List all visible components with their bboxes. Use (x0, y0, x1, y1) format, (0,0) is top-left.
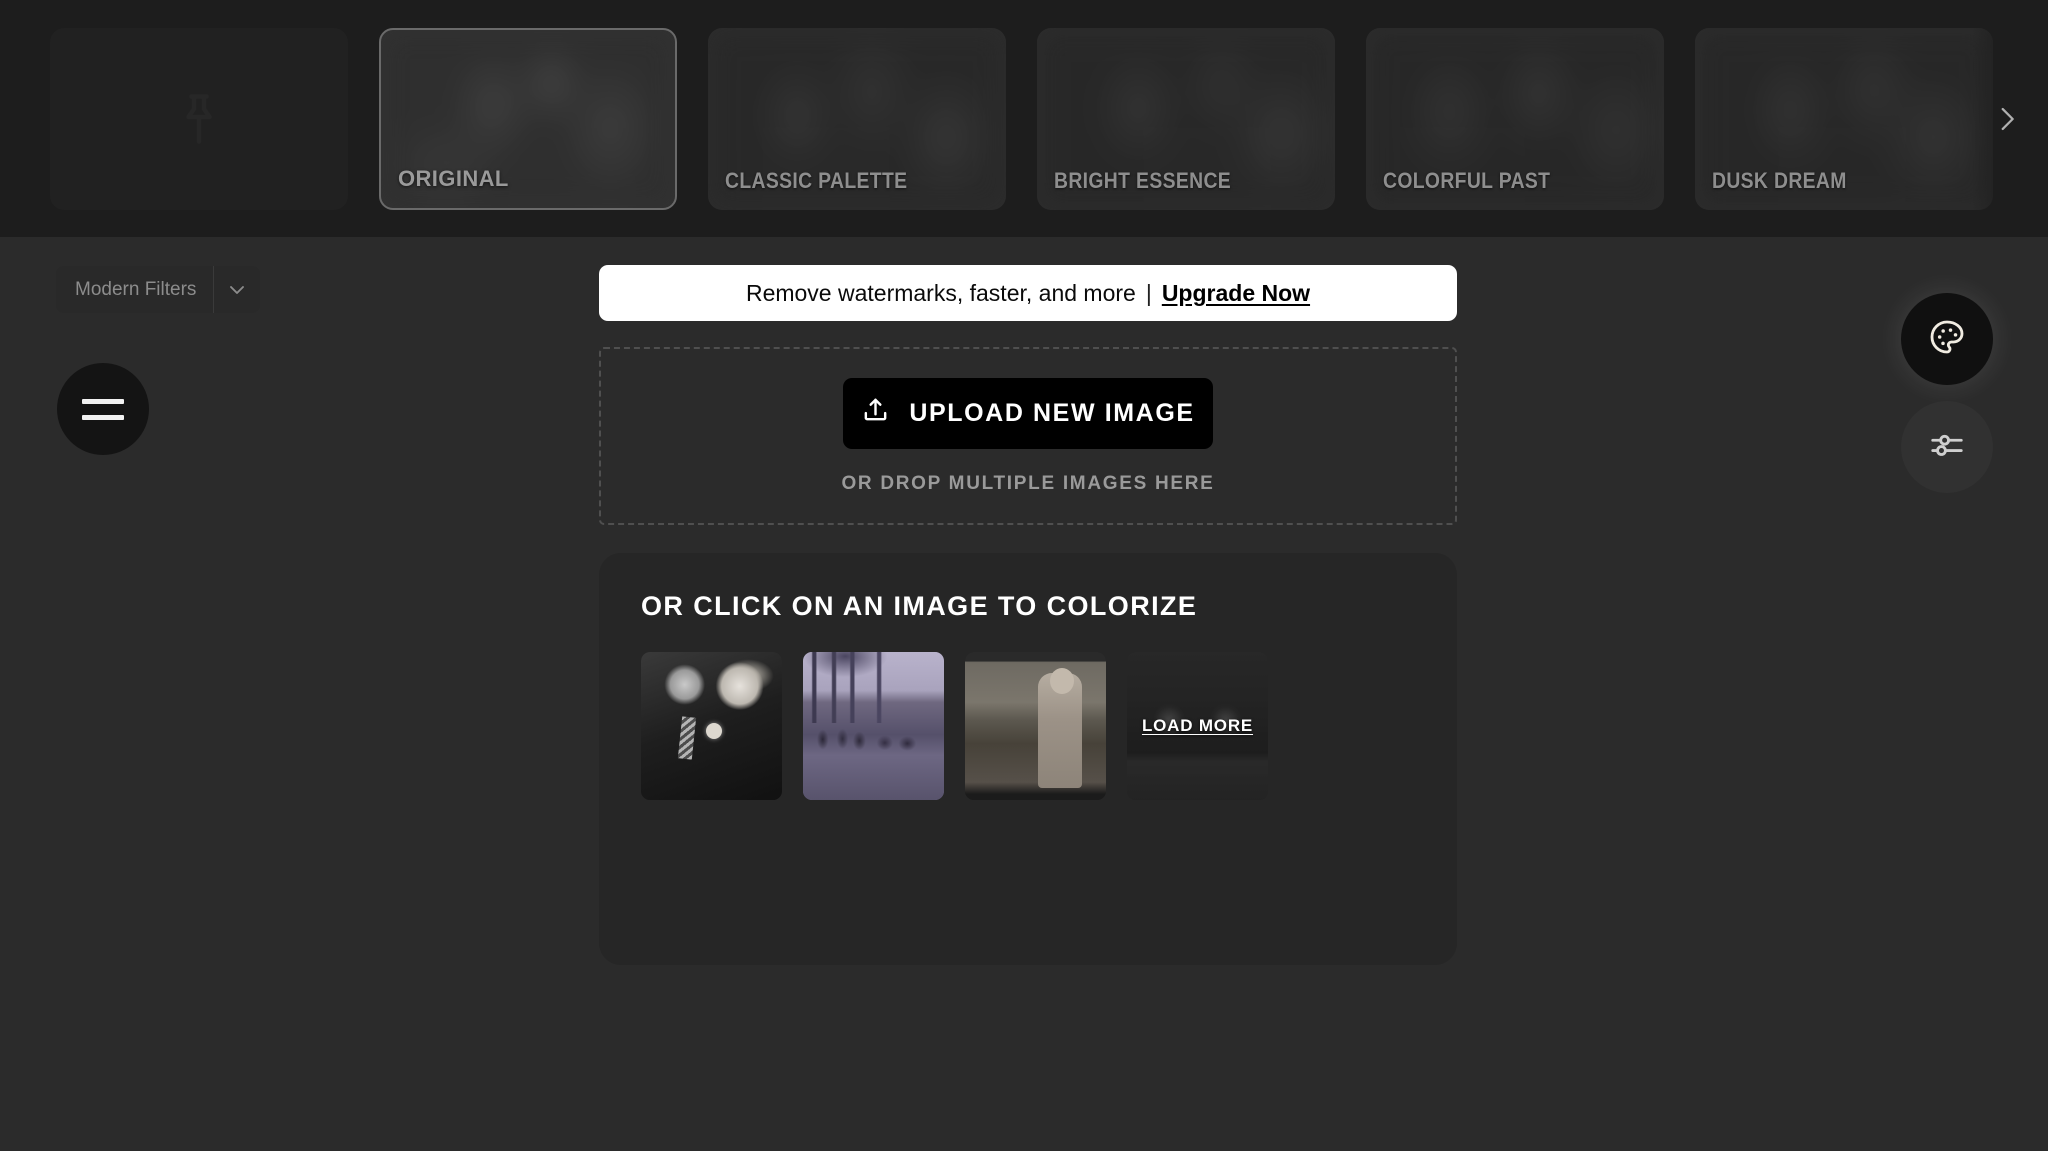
filter-category-dropdown[interactable]: Modern Filters (56, 266, 261, 313)
filter-strip: ORIGINAL CLASSIC PALETTE BRIGHT ESSENCE … (0, 0, 2048, 237)
load-more-label: LOAD MORE (1141, 716, 1254, 735)
thumbnail-image (641, 652, 782, 800)
upgrade-banner[interactable]: Remove watermarks, faster, and more | Up… (599, 265, 1457, 321)
filter-card-original[interactable]: ORIGINAL (379, 27, 677, 210)
filter-card-classic-palette[interactable]: CLASSIC PALETTE (708, 27, 1006, 210)
chevron-down-icon[interactable] (214, 266, 260, 313)
right-tool-rail (1901, 293, 1993, 493)
hamburger-menu-button[interactable] (57, 363, 149, 455)
upload-new-image-button[interactable]: UPLOAD NEW IMAGE (843, 377, 1213, 449)
hamburger-menu-icon-line-2 (82, 414, 124, 420)
upload-button-label: UPLOAD NEW IMAGE (909, 398, 1195, 427)
pin-icon (169, 89, 229, 149)
upload-dropzone[interactable]: UPLOAD NEW IMAGE OR DROP MULTIPLE IMAGES… (599, 347, 1457, 525)
filter-card-label: COLORFUL PAST (1383, 167, 1551, 193)
gallery-load-more-button[interactable]: LOAD MORE (1127, 652, 1268, 800)
palette-icon (1927, 317, 1967, 362)
filter-card-label: DUSK DREAM (1712, 167, 1847, 193)
upgrade-now-link[interactable]: Upgrade Now (1162, 280, 1310, 307)
filter-card-colorful-past[interactable]: COLORFUL PAST (1366, 27, 1664, 210)
gallery-thumb-lakeside-group[interactable] (803, 652, 944, 800)
filter-carousel-next-button[interactable] (1972, 0, 2042, 237)
chevron-right-icon (1990, 102, 2024, 136)
gallery-thumbnail-row: LOAD MORE (641, 652, 1415, 800)
gallery-thumb-porch-portrait[interactable] (965, 652, 1106, 800)
filter-card-label: CLASSIC PALETTE (725, 167, 908, 193)
filter-card-pin[interactable] (50, 27, 348, 210)
upgrade-banner-text: Remove watermarks, faster, and more (745, 279, 1136, 306)
filter-card-label: ORIGINAL (398, 165, 509, 191)
filter-carousel-track[interactable]: ORIGINAL CLASSIC PALETTE BRIGHT ESSENCE … (0, 0, 2024, 237)
filter-card-bright-essence[interactable]: BRIGHT ESSENCE (1037, 27, 1335, 210)
hamburger-menu-icon (82, 398, 124, 404)
sliders-icon (1928, 426, 1966, 469)
palette-tool-button[interactable] (1901, 293, 1993, 385)
filter-category-label: Modern Filters (75, 278, 197, 300)
drop-hint-text: OR DROP MULTIPLE IMAGES HERE (841, 472, 1215, 494)
adjustments-tool-button[interactable] (1901, 401, 1993, 493)
load-more-overlay: LOAD MORE (1127, 652, 1268, 800)
upload-icon (861, 395, 890, 431)
upgrade-banner-separator: | (1145, 279, 1152, 306)
filter-card-dusk-dream[interactable]: DUSK DREAM (1695, 27, 1993, 210)
thumbnail-image (965, 652, 1106, 800)
gallery-title: OR CLICK ON AN IMAGE TO COLORIZE (641, 591, 1198, 621)
filter-card-label: BRIGHT ESSENCE (1054, 167, 1232, 193)
main-content-column: Remove watermarks, faster, and more | Up… (599, 265, 1457, 965)
gallery-thumb-couple-kissing[interactable] (641, 652, 782, 800)
sample-gallery-panel: OR CLICK ON AN IMAGE TO COLORIZE LOAD MO… (599, 553, 1457, 965)
thumbnail-image (803, 652, 944, 800)
